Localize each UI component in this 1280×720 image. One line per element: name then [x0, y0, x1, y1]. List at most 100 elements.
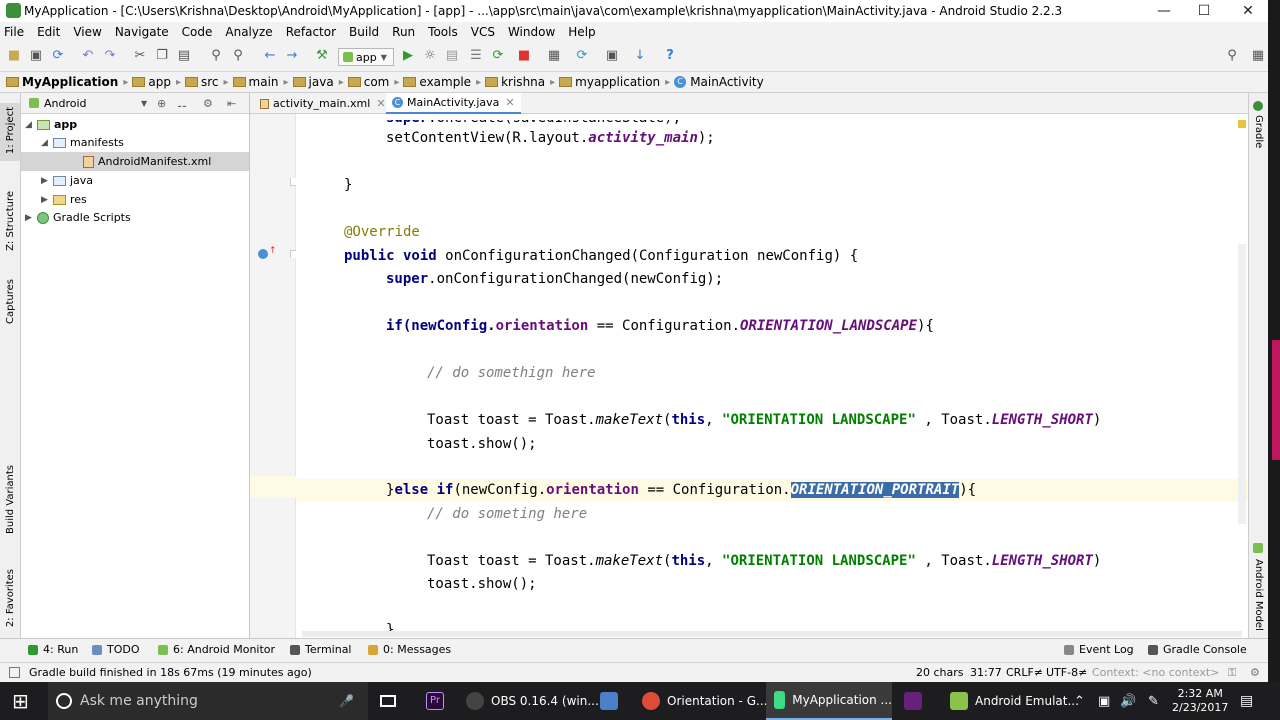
tab-mainactivity-java[interactable]: C MainActivity.java ✕ [386, 93, 521, 114]
side-tab-android-model[interactable]: Android Model [1253, 559, 1264, 631]
avd-manager-icon[interactable]: ▦ [546, 48, 562, 64]
sync-gradle-icon[interactable]: ⟳ [574, 48, 590, 64]
close-tab-icon[interactable]: ✕ [376, 97, 385, 110]
collapse-arrow-icon[interactable]: ▶ [41, 176, 53, 186]
menu-run[interactable]: Run [392, 25, 415, 39]
cortana-search[interactable]: Ask me anything 🎤 [48, 682, 368, 720]
status-position[interactable]: 31:77 [970, 666, 1002, 679]
side-tab-build-variants[interactable]: Build Variants [5, 465, 16, 534]
cut-icon[interactable]: ✂ [132, 48, 148, 64]
taskbar-virtualbox[interactable] [600, 682, 625, 720]
menu-navigate[interactable]: Navigate [115, 25, 169, 39]
close-tab-icon[interactable]: ✕ [505, 96, 514, 109]
minimize-button[interactable]: — [1142, 0, 1186, 22]
tree-item-app[interactable]: ◢ app [21, 115, 249, 134]
start-button[interactable]: ⊞ [12, 682, 29, 720]
forward-icon[interactable]: → [284, 48, 300, 64]
side-tab-captures[interactable]: Captures [5, 279, 16, 324]
apply-changes-icon[interactable]: ⟳ [490, 48, 506, 64]
warning-marker-icon[interactable] [1238, 120, 1246, 128]
search-icon[interactable]: ⚲ [1224, 48, 1240, 64]
collapse-arrow-icon[interactable]: ▶ [25, 213, 37, 223]
breadcrumb-app[interactable]: app ▸ [132, 75, 181, 89]
taskbar-android-studio[interactable]: MyApplication ... [766, 682, 892, 720]
menu-window[interactable]: Window [508, 25, 555, 39]
make-project-icon[interactable]: ⚒ [314, 48, 330, 64]
find-icon[interactable]: ⚲ [208, 48, 224, 64]
menu-view[interactable]: View [73, 25, 101, 39]
run-icon[interactable]: ▶ [400, 48, 416, 64]
breadcrumb-krishna[interactable]: krishna ▸ [485, 75, 555, 89]
back-icon[interactable]: ← [262, 48, 278, 64]
tree-item-androidmanifest[interactable]: AndroidManifest.xml [21, 152, 249, 171]
action-center[interactable]: ▤ [1240, 682, 1253, 720]
help-icon[interactable]: ? [662, 48, 678, 64]
sync-icon[interactable]: ⟳ [50, 48, 66, 64]
gear-icon[interactable]: ⚙ [203, 97, 213, 110]
tool-gradle-console[interactable]: Gradle Console [1148, 643, 1247, 656]
menu-code[interactable]: Code [182, 25, 213, 39]
chevron-down-icon[interactable]: ▼ [141, 99, 147, 108]
expand-arrow-icon[interactable]: ◢ [41, 138, 53, 148]
menu-build[interactable]: Build [349, 25, 379, 39]
menu-edit[interactable]: Edit [37, 25, 60, 39]
menu-refactor[interactable]: Refactor [286, 25, 336, 39]
copy-icon[interactable]: ❐ [154, 48, 170, 64]
task-view-button[interactable] [380, 682, 396, 720]
horizontal-scrollbar[interactable] [302, 631, 1242, 637]
hide-panel-icon[interactable]: ⇤ [227, 97, 236, 110]
coverage-icon[interactable]: ▤ [444, 48, 460, 64]
toggle-tool-windows-icon[interactable] [9, 667, 20, 678]
replace-icon[interactable]: ⚲ [230, 48, 246, 64]
tray-chevron[interactable]: ⌃ [1074, 682, 1085, 720]
selected-text[interactable]: ORIENTATION_PORTRAIT [790, 482, 960, 498]
tool-event-log[interactable]: Event Log [1064, 643, 1134, 656]
override-marker-icon[interactable] [258, 249, 268, 259]
open-folder-icon[interactable]: ■ [6, 48, 22, 64]
menu-help[interactable]: Help [568, 25, 595, 39]
status-encoding[interactable]: UTF-8≠ [1046, 666, 1087, 679]
tree-item-java[interactable]: ▶ java [21, 171, 249, 190]
profile-icon[interactable]: ☰ [468, 48, 484, 64]
project-view-selector[interactable]: Android [44, 97, 87, 110]
collapse-all-icon[interactable]: ⚋ [177, 97, 187, 110]
menu-vcs[interactable]: VCS [471, 25, 495, 39]
tree-item-gradle-scripts[interactable]: ▶ Gradle Scripts [21, 208, 249, 227]
stop-icon[interactable]: ■ [516, 48, 532, 64]
side-tab-favorites[interactable]: 2: Favorites [5, 569, 16, 627]
tool-terminal[interactable]: Terminal [290, 643, 352, 656]
sdk-manager-icon[interactable]: ↓ [632, 48, 648, 64]
sync-scroll-icon[interactable]: ⊕ [157, 97, 166, 110]
undo-icon[interactable]: ↶ [80, 48, 96, 64]
tree-item-res[interactable]: ▶ res [21, 190, 249, 209]
tab-activity-main-xml[interactable]: activity_main.xml ✕ [254, 93, 392, 114]
expand-arrow-icon[interactable]: ◢ [25, 120, 37, 130]
menu-tools[interactable]: Tools [428, 25, 458, 39]
side-tab-structure[interactable]: Z: Structure [5, 191, 16, 251]
side-tab-gradle[interactable]: Gradle [1253, 115, 1264, 148]
tool-android-monitor[interactable]: 6: Android Monitor [158, 643, 275, 656]
debug-icon[interactable]: ☼ [422, 48, 438, 64]
taskbar-premiere[interactable]: Pr [426, 682, 451, 720]
tool-messages[interactable]: 0: Messages [368, 643, 451, 656]
vertical-scrollbar[interactable] [1238, 244, 1246, 524]
taskbar-emulator[interactable]: Android Emulat... [950, 682, 1079, 720]
taskbar-obs[interactable]: OBS 0.16.4 (win... [466, 682, 599, 720]
split-icon[interactable]: ▦ [1250, 48, 1266, 64]
tray-pen[interactable]: ✎ [1148, 682, 1159, 720]
maximize-button[interactable]: ☐ [1182, 0, 1226, 22]
taskbar-visual-studio[interactable] [904, 682, 929, 720]
collapse-arrow-icon[interactable]: ▶ [41, 195, 53, 205]
breadcrumb-com[interactable]: com ▸ [347, 75, 399, 89]
redo-icon[interactable]: ↷ [102, 48, 118, 64]
taskbar-chrome[interactable]: Orientation - G... [642, 682, 767, 720]
menu-analyze[interactable]: Analyze [225, 25, 272, 39]
breadcrumb-example[interactable]: example ▸ [403, 75, 481, 89]
tray-volume[interactable]: 🔊 [1120, 682, 1136, 720]
breadcrumb-myapplication-pkg[interactable]: myapplication ▸ [559, 75, 670, 89]
tree-item-manifests[interactable]: ◢ manifests [21, 133, 249, 152]
inspector-icon[interactable]: ⚙ [1250, 666, 1260, 679]
paste-icon[interactable]: ▤ [176, 48, 192, 64]
tool-run[interactable]: 4: Run [28, 643, 78, 656]
close-button[interactable]: ✕ [1226, 0, 1270, 22]
